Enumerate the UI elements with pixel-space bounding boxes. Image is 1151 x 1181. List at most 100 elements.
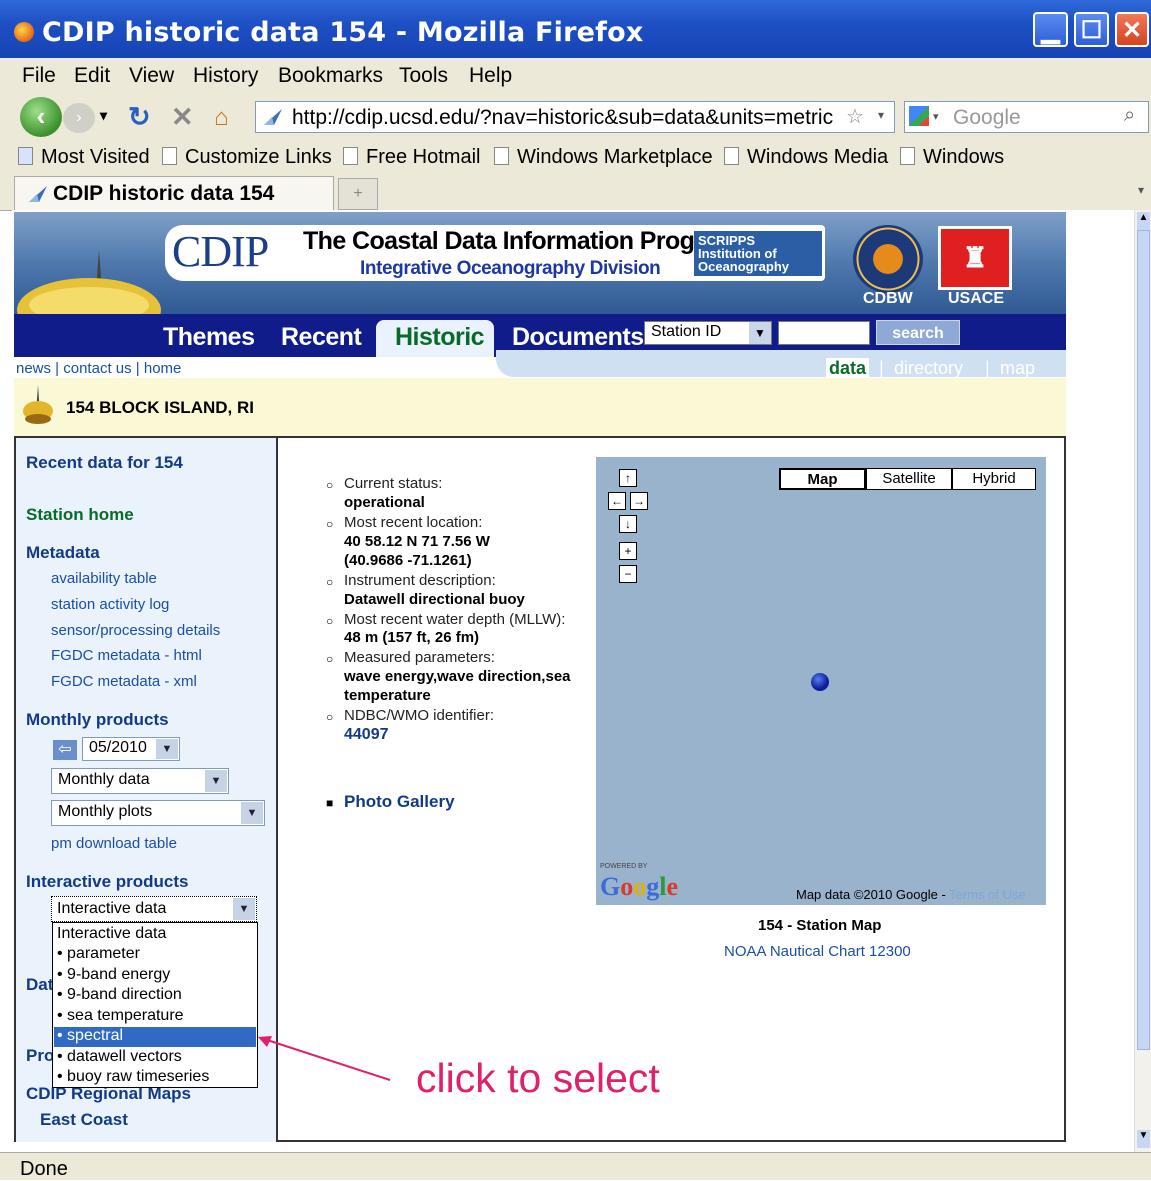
zoom-out-icon[interactable]: − [619,565,637,583]
cdip-logo[interactable]: CDIP [172,226,269,277]
search-engine-dropdown-icon[interactable]: ▾ [933,110,939,123]
chevron-down-icon[interactable]: ▼ [749,322,771,344]
url-dropdown-icon[interactable]: ▾ [878,108,884,122]
bookmark-customize-links[interactable]: Customize Links [162,146,332,169]
monthly-data-select[interactable]: Monthly data ▼ [51,768,229,794]
sidebar-station-home[interactable]: Station home [26,505,134,525]
previous-month-arrow-icon[interactable]: ⇦ [53,740,77,760]
nav-tab-themes[interactable]: Themes [163,323,255,352]
dropdown-option-datawell-vectors[interactable]: • datawell vectors [57,1048,182,1066]
chevron-down-icon[interactable]: ▼ [205,770,227,792]
sidebar-link-activity-log[interactable]: station activity log [51,596,169,613]
chevron-down-icon[interactable]: ▼ [156,739,178,759]
history-dropdown-icon[interactable]: ▾ [100,107,107,124]
dropdown-option-9-band-energy[interactable]: • 9-band energy [57,966,170,984]
magnifier-icon[interactable]: ⌕ [1124,104,1135,127]
sidebar-download-table[interactable]: pm download table [51,835,177,852]
map-type-satellite-button[interactable]: Satellite [866,468,952,490]
dropdown-option-sea-temperature[interactable]: • sea temperature [57,1007,184,1025]
pan-left-icon[interactable]: ← [608,492,626,510]
tab-list-icon[interactable]: ▾ [1138,183,1144,197]
sidebar-recent-heading[interactable]: Recent data for 154 [26,453,183,473]
info-value-ndbc-id[interactable]: 44097 [344,726,389,744]
chevron-down-icon[interactable]: ▼ [241,802,263,824]
menu-history[interactable]: History [193,64,258,88]
dropdown-option-parameter[interactable]: • parameter [57,945,140,963]
maximize-button[interactable]: ☐ [1074,12,1109,47]
menu-edit[interactable]: Edit [74,64,110,88]
scroll-down-icon[interactable]: ▼ [1137,1130,1150,1148]
search-placeholder[interactable]: Google [953,106,1021,130]
scroll-thumb[interactable] [1137,230,1150,1050]
sidebar-east-coast[interactable]: East Coast [40,1110,128,1130]
sub-nav-directory[interactable]: directory [894,358,963,379]
pan-right-icon[interactable]: → [630,492,648,510]
sidebar-partial-heading-1: Dat [26,975,54,994]
pan-up-icon[interactable]: ↑ [619,469,637,487]
program-subtitle: Integrative Oceanography Division [360,258,661,279]
home-icon[interactable]: ⌂ [214,104,229,132]
pan-down-icon[interactable]: ↓ [619,515,637,533]
scripps-logo[interactable]: SCRIPPS Institution of Oceanography [694,231,822,276]
zoom-in-icon[interactable]: + [619,542,637,560]
sidebar-link-fgdc-xml[interactable]: FGDC metadata - xml [51,673,197,690]
bookmark-windows-marketplace[interactable]: Windows Marketplace [494,146,713,169]
reload-icon[interactable]: ↻ [128,102,151,133]
google-search-icon[interactable] [909,106,929,126]
sidebar-link-availability[interactable]: availability table [51,570,157,587]
nav-tab-recent[interactable]: Recent [281,323,362,352]
photo-gallery-link[interactable]: Photo Gallery [344,792,455,812]
station-marker-icon[interactable] [811,673,829,691]
annotation-arrow [258,1036,391,1081]
nav-tab-historic[interactable]: Historic [395,323,485,352]
monthly-plots-select[interactable]: Monthly plots ▼ [51,800,265,826]
month-select[interactable]: 05/2010 ▼ [82,737,180,761]
menu-help[interactable]: Help [469,64,512,88]
dropdown-option-interactive-data[interactable]: Interactive data [57,925,166,943]
url-text[interactable]: http://cdip.ucsd.edu/?nav=historic&sub=d… [292,106,833,130]
dropdown-option-9-band-direction[interactable]: • 9-band direction [57,986,182,1004]
forward-arrow-icon[interactable]: › [63,103,95,133]
sub-nav-map[interactable]: map [1000,358,1035,379]
menu-tools[interactable]: Tools [399,64,448,88]
bookmark-label: Windows Marketplace [517,146,713,168]
google-logo[interactable]: Google [600,872,678,902]
sidebar-link-fgdc-html[interactable]: FGDC metadata - html [51,647,202,664]
station-search-input[interactable] [778,321,870,345]
back-arrow-icon[interactable]: ‹ [20,97,62,137]
info-label: Measured parameters: [344,649,495,666]
bookmark-free-hotmail[interactable]: Free Hotmail [343,146,480,169]
stop-icon[interactable]: ✕ [171,102,194,133]
bookmark-most-visited[interactable]: Most Visited [18,146,150,169]
dropdown-option-buoy-raw-timeseries[interactable]: • buoy raw timeseries [57,1068,209,1086]
new-tab-button[interactable]: + [338,178,378,210]
map-type-hybrid-button[interactable]: Hybrid [952,468,1036,490]
close-button[interactable]: ✕ [1115,12,1149,47]
terms-of-use-link[interactable]: Terms of Use [949,887,1026,902]
noaa-chart-link[interactable]: NOAA Nautical Chart 12300 [724,943,911,960]
usace-castle-icon[interactable]: ♜ [938,226,1012,290]
tab-cdip-historic[interactable]: CDIP historic data 154 [14,176,334,210]
nav-tab-documents[interactable]: Documents [512,323,644,352]
bookmark-star-icon[interactable]: ☆ [846,104,864,129]
search-box[interactable] [904,101,1149,133]
interactive-dropdown-list[interactable]: Interactive data • parameter • 9-band en… [52,922,258,1088]
bookmark-windows[interactable]: Windows [900,146,1004,169]
interactive-data-select[interactable]: Interactive data ▼ [51,896,257,922]
dropdown-option-spectral[interactable]: • spectral [57,1027,123,1045]
bookmark-windows-media[interactable]: Windows Media [724,146,888,169]
menu-view[interactable]: View [129,64,174,88]
sidebar-link-sensor[interactable]: sensor/processing details [51,622,220,639]
scroll-up-icon[interactable]: ▲ [1137,212,1150,230]
annotation-text: click to select [416,1055,660,1101]
top-links[interactable]: news | contact us | home [16,360,181,377]
cdbw-seal-icon[interactable] [853,225,923,293]
search-button[interactable]: search [876,320,960,345]
vertical-scrollbar[interactable]: ▲ ▼ [1134,210,1151,1152]
menu-bookmarks[interactable]: Bookmarks [278,64,383,88]
map-type-map-button[interactable]: Map [779,468,866,490]
menu-file[interactable]: File [22,64,56,88]
sub-nav-data[interactable]: data [826,358,870,379]
minimize-button[interactable]: ▁ [1033,12,1068,47]
chevron-down-icon[interactable]: ▼ [233,898,255,920]
